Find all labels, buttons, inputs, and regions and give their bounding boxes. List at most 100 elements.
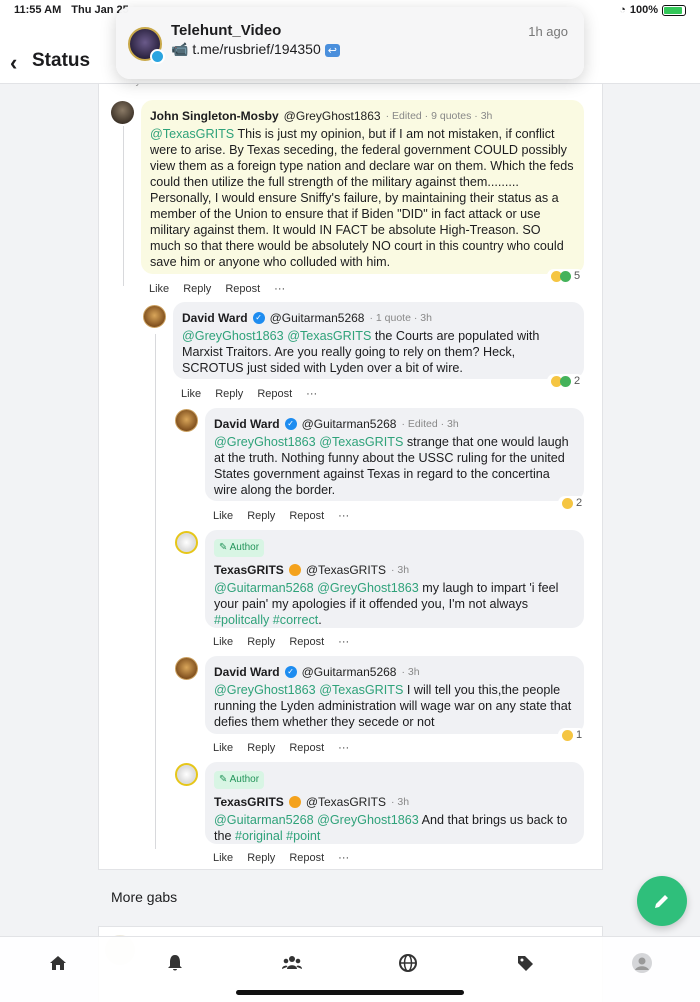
mention-link[interactable]: @Guitarman5268 @GreyGhost1863 [214,581,419,595]
globe-icon[interactable] [397,952,419,974]
author-handle[interactable]: @GreyGhost1863 [284,108,381,124]
home-indicator[interactable] [236,990,464,995]
like-button[interactable]: Like [181,388,201,400]
hashtag-link[interactable]: #original #point [235,829,320,843]
author-handle[interactable]: @Guitarman5268 [270,310,365,326]
hashtag-link[interactable]: #politcally #correct [214,613,318,627]
bell-icon[interactable] [164,952,186,974]
avatar[interactable] [175,657,198,680]
reaction-number: 5 [574,270,581,282]
comment-bubble: David Ward ✓ @Guitarman5268 · Edited · 3… [205,408,584,501]
repost-button[interactable]: Repost [289,742,324,754]
author-name[interactable]: David Ward [182,310,248,326]
reply-button[interactable]: Reply [183,283,211,295]
reply-button[interactable]: Reply [215,388,243,400]
tag-icon[interactable] [514,952,536,974]
comment-text: @Guitarman5268 @GreyGhost1863 And that b… [214,812,574,844]
more-button[interactable]: ··· [338,636,349,648]
like-button[interactable]: Like [149,283,169,295]
compose-button[interactable] [637,876,687,926]
reply-button[interactable]: Reply [247,742,275,754]
frog-icon [560,270,571,282]
author-name[interactable]: David Ward [214,416,280,432]
avatar[interactable] [175,409,198,432]
groups-icon[interactable] [281,952,303,974]
comment-actions: Like Reply Repost ··· [213,510,349,522]
reaction-count[interactable]: 2 [558,496,587,510]
avatar[interactable] [111,101,134,124]
comment-header: John Singleton-Mosby @GreyGhost1863 · Ed… [150,108,574,124]
orange-emoji-icon [288,564,301,576]
profile-icon[interactable] [631,952,653,974]
back-chevron-icon[interactable]: ‹ [10,50,17,76]
comment-header: David Ward ✓ @Guitarman5268 · 3h [214,664,574,680]
author-name[interactable]: David Ward [214,664,280,680]
more-button[interactable]: ··· [338,742,349,754]
author-name[interactable]: John Singleton-Mosby [150,108,279,124]
repost-button[interactable]: Repost [257,388,292,400]
comment-thread-card: Sort by Most Liked John Singleton-Mosby … [98,76,603,870]
comment-header: David Ward ✓ @Guitarman5268 · 1 quote · … [182,310,574,326]
thread-line [155,334,156,849]
thumbs-up-icon [562,729,573,741]
battery-percent: 100% [629,4,658,16]
avatar[interactable] [175,763,198,786]
home-icon[interactable] [47,952,69,974]
mention-link[interactable]: @GreyGhost1863 @TexasGRITS [214,683,403,697]
reaction-count[interactable]: 2 [547,374,585,388]
thumbs-up-icon [562,497,573,509]
comment-text: @TexasGRITS This is just my opinion, but… [150,126,574,270]
comment-actions: Like Reply Repost ··· [213,852,349,864]
author-name[interactable]: TexasGRITS [214,794,284,810]
more-button[interactable]: ··· [338,852,349,864]
reply-button[interactable]: Reply [247,510,275,522]
mention-link[interactable]: @GreyGhost1863 @TexasGRITS [182,329,371,343]
comment-actions: Like Reply Repost ··· [213,636,349,648]
repost-button[interactable]: Repost [225,283,260,295]
comment-meta: · 1 quote · 3h [369,312,432,324]
mention-link[interactable]: @GreyGhost1863 @TexasGRITS [214,435,403,449]
comment-meta: · 3h [391,796,410,808]
comment-meta: · Edited · 3h [401,418,459,430]
notification-banner[interactable]: Telehunt_Video 📹 t.me/rusbrief/194350 ↩ 1… [116,7,584,79]
author-handle[interactable]: @TexasGRITS [306,794,386,810]
comment-bubble: ✎ Author TexasGRITS @TexasGRITS · 3h @Gu… [205,530,584,628]
comment-bubble: John Singleton-Mosby @GreyGhost1863 · Ed… [141,100,584,274]
more-button[interactable]: ··· [306,388,317,400]
author-handle[interactable]: @Guitarman5268 [302,664,397,680]
author-name[interactable]: TexasGRITS [214,562,284,578]
like-button[interactable]: Like [213,742,233,754]
author-badge: ✎ Author [214,771,265,789]
verified-icon: ✓ [252,312,265,324]
more-button[interactable]: ··· [274,283,285,295]
reply-button[interactable]: Reply [247,636,275,648]
repost-button[interactable]: Repost [289,852,324,864]
like-button[interactable]: Like [213,636,233,648]
repost-button[interactable]: Repost [289,510,324,522]
avatar[interactable] [175,531,198,554]
return-icon: ↩ [324,44,340,57]
verified-icon: ✓ [284,666,297,678]
avatar[interactable] [143,305,166,328]
wifi-icon: ◔ [619,4,626,16]
reply-button[interactable]: Reply [247,852,275,864]
comment-meta: · 3h [391,564,410,576]
author-badge-label: Author [229,542,260,553]
battery-icon [662,4,686,16]
page-title: Status [32,50,91,71]
author-handle[interactable]: @Guitarman5268 [302,416,397,432]
reaction-count[interactable]: 1 [558,728,587,742]
mention-link[interactable]: @TexasGRITS [150,127,234,141]
author-handle[interactable]: @TexasGRITS [306,562,386,578]
comment-bubble: ✎ Author TexasGRITS @TexasGRITS · 3h @Gu… [205,762,584,844]
reaction-number: 2 [576,497,583,509]
like-button[interactable]: Like [213,852,233,864]
comment-end: . [318,613,322,627]
like-button[interactable]: Like [213,510,233,522]
more-button[interactable]: ··· [338,510,349,522]
comment-text: @GreyGhost1863 @TexasGRITS the Courts ar… [182,328,574,376]
reaction-count[interactable]: 5 [547,269,585,283]
mention-link[interactable]: @Guitarman5268 @GreyGhost1863 [214,813,419,827]
repost-button[interactable]: Repost [289,636,324,648]
comment-bubble: David Ward ✓ @Guitarman5268 · 1 quote · … [173,302,584,379]
